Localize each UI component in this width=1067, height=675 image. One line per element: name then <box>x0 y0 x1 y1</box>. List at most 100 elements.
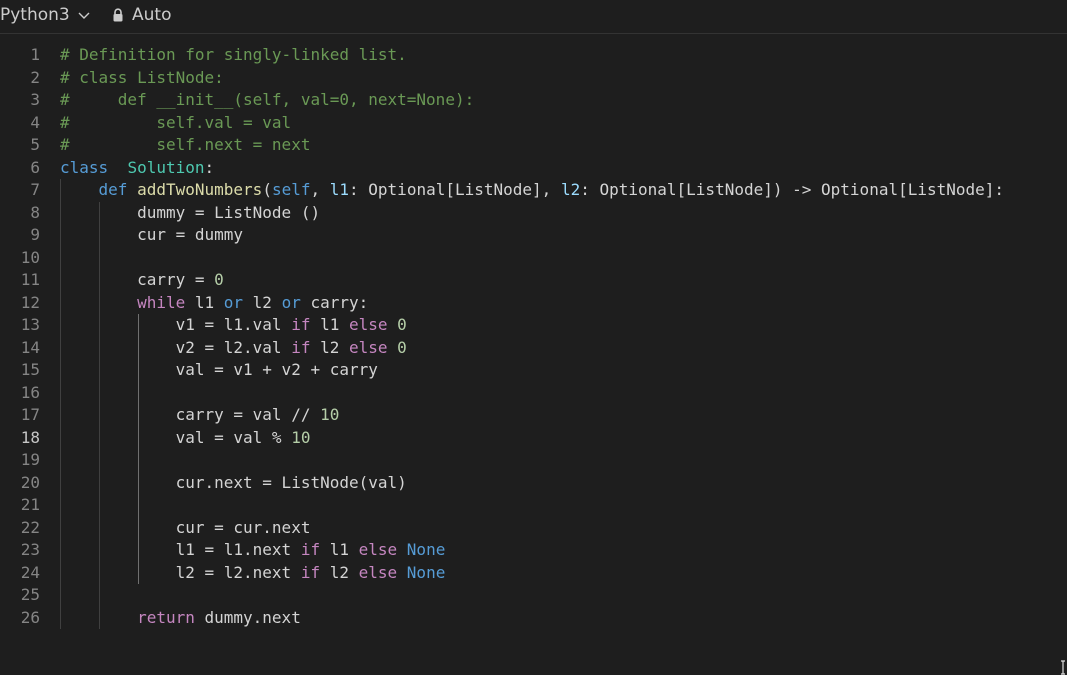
code-token: cur = cur.next <box>60 517 311 537</box>
code-line[interactable]: 21 <box>0 494 1067 517</box>
line-number: 23 <box>20 540 40 559</box>
mouse-cursor-icon <box>1061 660 1065 675</box>
code-line[interactable]: 7 def addTwoNumbers(self, l1: Optional[L… <box>0 179 1067 202</box>
code-token: l1 <box>320 540 359 559</box>
language-selector[interactable]: Python3 <box>0 4 91 26</box>
code-token: val = v1 + v2 + carry <box>60 360 378 379</box>
line-number: 20 <box>20 472 40 492</box>
code-line[interactable]: 15 val = v1 + v2 + carry <box>0 359 1067 382</box>
code-token: l1 <box>329 180 350 199</box>
line-number: 8 <box>30 202 40 222</box>
line-number: 18 <box>20 427 40 447</box>
code-token: None <box>406 562 446 582</box>
code-line[interactable]: 10 <box>0 247 1067 270</box>
code-token: l2 <box>560 180 581 199</box>
line-number: 26 <box>20 607 40 627</box>
code-line[interactable]: 25 <box>0 584 1067 607</box>
code-line[interactable]: 2 # class ListNode: <box>0 67 1067 90</box>
code-token: else <box>358 540 398 559</box>
code-token: or <box>281 292 301 312</box>
code-text: # self.val = val <box>60 112 291 135</box>
code-token: : <box>204 157 215 177</box>
code-token: : Optional[ListNode], <box>349 180 561 199</box>
code-line[interactable]: 11 carry = 0 <box>0 269 1067 292</box>
code-line[interactable]: 19 <box>0 449 1067 472</box>
code-text: # def __init__(self, val=0, next=None): <box>60 89 474 112</box>
code-token: if <box>291 337 311 357</box>
line-number: 24 <box>20 562 40 582</box>
line-number: 17 <box>20 405 40 424</box>
code-line[interactable]: 17 carry = val // 10 <box>0 404 1067 427</box>
code-token: 0 <box>214 270 224 289</box>
code-token: 0 <box>397 315 407 334</box>
line-number: 12 <box>20 292 40 312</box>
code-line[interactable]: 9 cur = dummy <box>0 224 1067 247</box>
line-number: 13 <box>20 315 40 334</box>
code-token: l1 <box>310 315 349 334</box>
code-text: val = v1 + v2 + carry <box>60 359 378 382</box>
code-token: 10 <box>291 427 311 447</box>
code-token: v2 = l2.val <box>60 337 292 357</box>
code-text: v2 = l2.val if l2 else 0 <box>60 337 407 360</box>
code-token: # Definition for singly-linked list. <box>60 45 407 64</box>
code-line[interactable]: 3 # def __init__(self, val=0, next=None): <box>0 89 1067 112</box>
line-number: 7 <box>30 180 40 199</box>
line-number: 16 <box>20 382 40 402</box>
code-text: cur = cur.next <box>60 517 311 540</box>
code-token: addTwoNumbers <box>137 180 263 199</box>
code-token: else <box>358 562 398 582</box>
line-number: 5 <box>30 135 40 154</box>
code-line[interactable]: 13 v1 = l1.val if l1 else 0 <box>0 314 1067 337</box>
code-line[interactable]: 6 class Solution: <box>0 157 1067 180</box>
code-token: dummy.next <box>194 607 301 627</box>
code-token: : Optional[ListNode]) -> Optional[ListNo… <box>580 180 1005 199</box>
code-text: # self.next = next <box>60 134 310 157</box>
indent-guide-method-body <box>99 201 100 629</box>
code-token: # def __init__(self, val=0, next=None): <box>60 90 475 109</box>
code-line[interactable]: 18 val = val % 10 <box>0 427 1067 450</box>
line-number: 25 <box>20 585 40 604</box>
code-line[interactable]: 14 v2 = l2.val if l2 else 0 <box>0 337 1067 360</box>
code-token: cur = dummy <box>60 225 244 244</box>
line-number: 11 <box>20 270 40 289</box>
code-token: # class ListNode: <box>60 67 224 87</box>
code-token: carry = <box>60 270 215 289</box>
code-line[interactable]: 20 cur.next = ListNode(val) <box>0 472 1067 495</box>
line-number: 9 <box>30 225 40 244</box>
code-line[interactable]: 16 <box>0 382 1067 405</box>
code-token: 0 <box>397 337 407 357</box>
code-line[interactable]: 23 l1 = l1.next if l1 else None <box>0 539 1067 562</box>
code-text: while l1 or l2 or carry: <box>60 292 368 315</box>
code-text: def addTwoNumbers(self, l1: Optional[Lis… <box>60 179 1005 202</box>
code-line[interactable]: 12 while l1 or l2 or carry: <box>0 292 1067 315</box>
code-text: return dummy.next <box>60 607 301 630</box>
code-token: ( <box>262 180 272 199</box>
code-line[interactable]: 5 # self.next = next <box>0 134 1067 157</box>
mode-label: Auto <box>132 5 172 25</box>
code-token: l2 <box>320 562 359 582</box>
code-line[interactable]: 22 cur = cur.next <box>0 517 1067 540</box>
code-line[interactable]: 4 # self.val = val <box>0 112 1067 135</box>
line-number: 10 <box>20 247 40 267</box>
code-token: l1 = l1.next <box>60 540 301 559</box>
line-number: 6 <box>30 157 40 177</box>
code-token: v1 = l1.val <box>60 315 292 334</box>
code-token: if <box>291 315 311 334</box>
code-line[interactable]: 1 # Definition for singly-linked list. <box>0 44 1067 67</box>
code-token: class <box>60 157 109 177</box>
code-token: if <box>300 562 321 582</box>
code-line[interactable]: 24 l2 = l2.next if l2 else None <box>0 562 1067 585</box>
autocomplete-mode-toggle[interactable]: Auto <box>112 4 171 26</box>
line-number: 2 <box>30 67 40 87</box>
code-line[interactable]: 26 return dummy.next <box>0 607 1067 630</box>
code-editor[interactable]: 26 return dummy.next 25 24 l2 = l2.next if… <box>0 44 1067 644</box>
code-token: l2 <box>243 292 282 312</box>
code-line[interactable]: 8 dummy = ListNode () <box>0 202 1067 225</box>
chevron-down-icon <box>78 12 90 19</box>
code-text: l2 = l2.next if l2 else None <box>60 562 446 585</box>
line-number: 3 <box>30 90 40 109</box>
